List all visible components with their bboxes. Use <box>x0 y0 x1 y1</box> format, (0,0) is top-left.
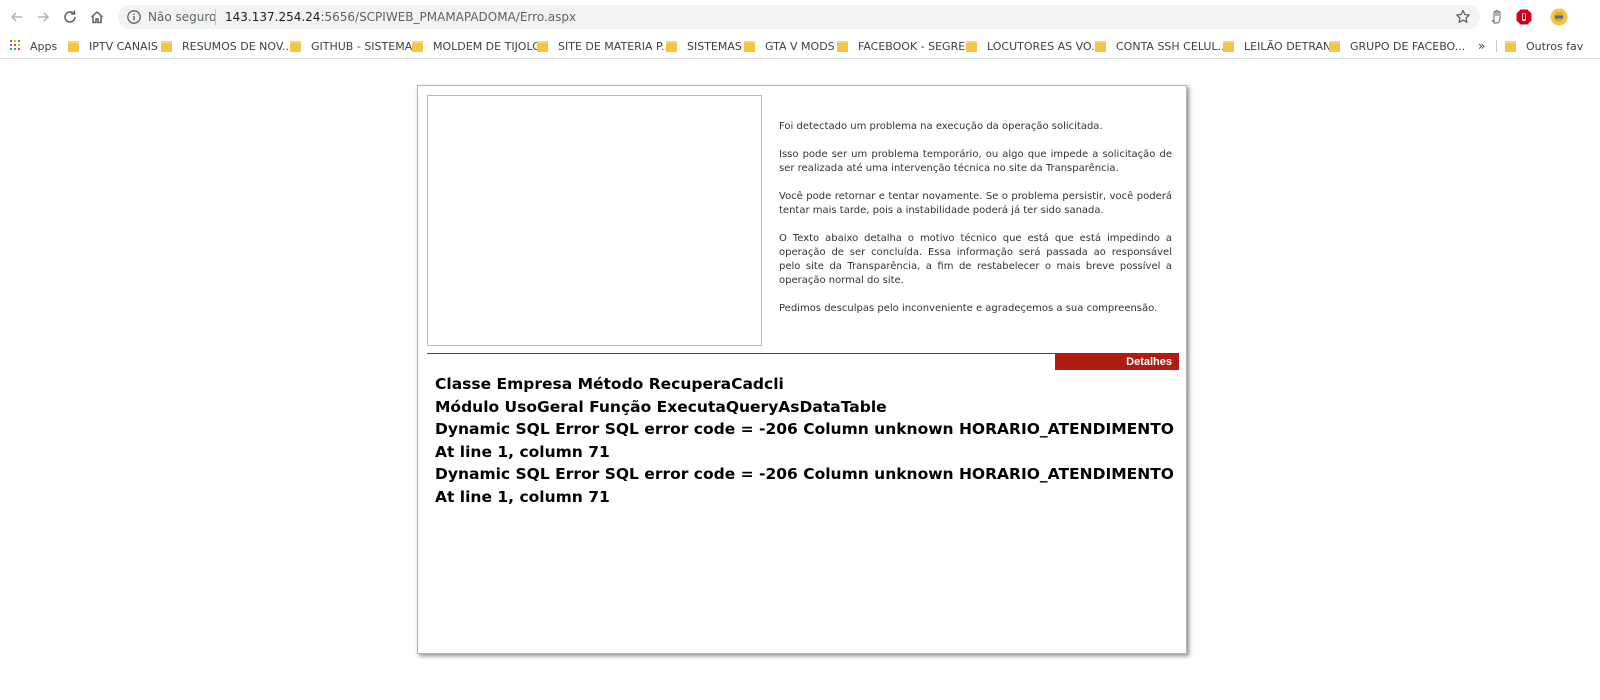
bookmarks-divider <box>1496 40 1497 52</box>
folder-icon <box>1223 40 1234 52</box>
bookmark-label: GITHUB - SISTEMAS <box>311 39 420 53</box>
bookmark-folder[interactable]: GTA V MODS <box>744 34 835 58</box>
bookmark-label: SISTEMAS <box>687 39 742 53</box>
error-line: Dynamic SQL Error SQL error code = -206 … <box>435 465 1174 506</box>
bookmark-label: Outros fav <box>1526 39 1584 53</box>
details-tab[interactable]: Detalhes <box>1055 354 1179 370</box>
bookmark-label: LOCUTORES AS VO... <box>987 39 1102 53</box>
reload-button[interactable] <box>60 7 80 27</box>
bookmarks-overflow-button[interactable]: » <box>1478 34 1485 58</box>
bookmark-label: IPTV CANAIS <box>89 39 158 53</box>
profile-avatar-icon[interactable] <box>1550 8 1568 26</box>
url-text[interactable]: 143.137.254.24:5656/SCPIWEB_PMAMAPADOMA/… <box>225 9 576 25</box>
security-label[interactable]: Não seguro <box>148 9 216 25</box>
bookmark-folder[interactable]: SITE DE MATERIA P... <box>537 34 671 58</box>
bookmark-folder[interactable]: LEILÃO DETRAN <box>1223 34 1331 58</box>
bookmark-folder[interactable]: IPTV CANAIS <box>68 34 158 58</box>
arrow-left-icon <box>10 12 22 22</box>
error-panel: Foi detectado um problema na execução da… <box>417 85 1187 654</box>
bookmark-label: MOLDEM DE TIJOLO <box>433 39 541 53</box>
folder-icon <box>161 40 172 52</box>
message-paragraph: Foi detectado um problema na execução da… <box>779 121 1103 132</box>
folder-icon <box>744 40 755 52</box>
bookmark-folder[interactable]: MOLDEM DE TIJOLO <box>412 34 541 58</box>
folder-icon <box>966 40 977 52</box>
message-paragraph: O Texto abaixo detalha o motivo técnico … <box>779 233 1172 286</box>
extension-hand-icon[interactable] <box>1488 8 1506 26</box>
omnibox-divider <box>215 9 216 25</box>
error-line: Classe Empresa Método RecuperaCadcli <box>435 375 784 393</box>
bookmark-label: GRUPO DE FACEBO... <box>1350 39 1466 53</box>
url-host: 143.137.254.24 <box>225 10 321 24</box>
bookmark-folder[interactable]: FACEBOOK - SEGRE... <box>837 34 976 58</box>
bookmark-folder[interactable]: GRUPO DE FACEBO... <box>1329 34 1465 58</box>
forward-button[interactable] <box>33 7 53 27</box>
folder-icon <box>412 40 423 52</box>
bookmark-other-folder[interactable]: Outros fav <box>1505 34 1583 58</box>
error-image-frame <box>427 95 762 346</box>
url-path: :5656/SCPIWEB_PMAMAPADOMA/Erro.aspx <box>320 10 577 24</box>
reload-icon <box>64 10 76 23</box>
folder-icon <box>666 40 677 52</box>
bookmark-label: CONTA SSH CELUL... <box>1116 39 1229 53</box>
home-icon <box>90 10 104 24</box>
message-paragraph: Isso pode ser um problema temporário, ou… <box>779 149 1172 174</box>
bookmark-label: SITE DE MATERIA P... <box>558 39 672 53</box>
error-line: Módulo UsoGeral Função ExecutaQueryAsDat… <box>435 397 887 416</box>
info-icon[interactable] <box>126 9 142 25</box>
folder-icon <box>1095 40 1106 52</box>
browser-toolbar: Não seguro 143.137.254.24:5656/SCPIWEB_P… <box>0 0 1600 34</box>
bookmark-folder[interactable]: GITHUB - SISTEMAS <box>290 34 419 58</box>
message-paragraph: Você pode retornar e tentar novamente. S… <box>779 191 1172 216</box>
error-details: Classe Empresa Método RecuperaCadcli Mód… <box>435 373 1175 508</box>
folder-icon <box>1505 40 1516 52</box>
bookmark-folder[interactable]: LOCUTORES AS VO... <box>966 34 1102 58</box>
bookmark-label: GTA V MODS <box>765 39 835 53</box>
message-paragraph: Pedimos desculpas pelo inconveniente e a… <box>779 303 1158 314</box>
adblock-icon[interactable] <box>1515 8 1533 26</box>
bookmark-folder[interactable]: CONTA SSH CELUL... <box>1095 34 1228 58</box>
folder-icon <box>837 40 848 52</box>
bookmark-label: FACEBOOK - SEGRE... <box>858 39 976 53</box>
bookmark-label: Apps <box>30 39 58 53</box>
bookmark-label: LEILÃO DETRAN <box>1244 39 1332 53</box>
folder-icon <box>1329 40 1340 52</box>
folder-icon <box>537 40 548 52</box>
back-button[interactable] <box>7 7 27 27</box>
error-message: Foi detectado um problema na execução da… <box>779 120 1172 330</box>
home-button[interactable] <box>87 7 107 27</box>
bookmarks-bar: Apps IPTV CANAIS RESUMOS DE NOV... GITHU… <box>0 34 1600 59</box>
star-icon[interactable] <box>1454 8 1472 26</box>
folder-icon <box>290 40 301 52</box>
bookmark-folder[interactable]: SISTEMAS <box>666 34 742 58</box>
arrow-right-icon <box>38 12 50 22</box>
apps-grid-icon <box>10 40 22 52</box>
folder-icon <box>68 40 79 52</box>
bookmark-apps[interactable]: Apps <box>10 34 57 58</box>
address-bar[interactable]: Não seguro 143.137.254.24:5656/SCPIWEB_P… <box>118 5 1480 29</box>
error-line: Dynamic SQL Error SQL error code = -206 … <box>435 420 1174 461</box>
bookmark-folder[interactable]: RESUMOS DE NOV... <box>161 34 292 58</box>
bookmark-label: RESUMOS DE NOV... <box>182 39 293 53</box>
